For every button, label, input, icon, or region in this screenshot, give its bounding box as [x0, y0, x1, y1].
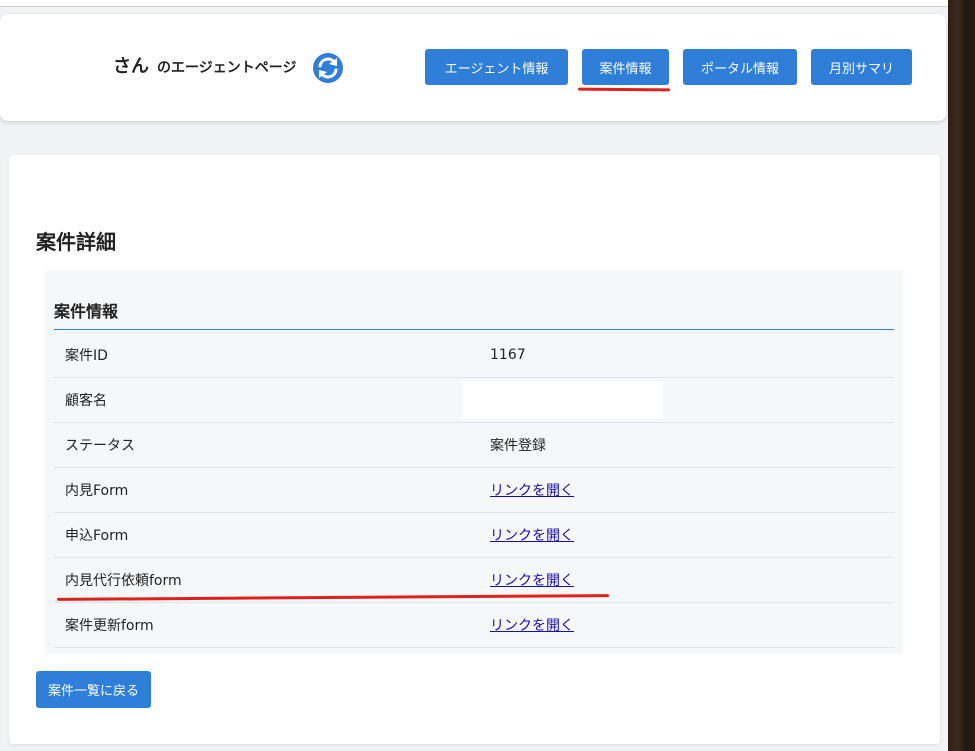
- application-form-link[interactable]: リンクを開く: [490, 528, 574, 544]
- redacted-customer-name: [463, 381, 663, 419]
- row-label: 案件更新form: [54, 602, 490, 648]
- row-value: [463, 377, 894, 423]
- table-row: 顧客名: [54, 377, 894, 423]
- row-label: 内見Form: [54, 467, 490, 513]
- table-row: 申込Form リンクを開く: [54, 512, 894, 558]
- viewing-proxy-form-link[interactable]: リンクを開く: [490, 573, 574, 589]
- table-row: 案件更新form リンクを開く: [54, 602, 894, 648]
- row-value: リンクを開く: [490, 512, 894, 558]
- row-value: リンクを開く: [490, 602, 894, 648]
- row-label: 申込Form: [54, 512, 490, 558]
- row-value: 案件登録: [490, 422, 894, 468]
- refresh-icon[interactable]: [312, 52, 344, 84]
- agent-info-button[interactable]: エージェント情報: [425, 49, 568, 85]
- monthly-summary-button[interactable]: 月別サマリ: [811, 49, 912, 85]
- row-value: 1167: [490, 333, 894, 378]
- agent-title: さん のエージェントページ: [113, 52, 296, 78]
- agent-page-suffix: のエージェントページ: [157, 60, 297, 76]
- agent-name: さん: [113, 56, 149, 77]
- desktop-background-strip: [948, 0, 975, 751]
- page-title: 案件詳細: [36, 230, 116, 254]
- viewing-form-link[interactable]: リンクを開く: [490, 483, 574, 499]
- window-top-bar: [0, 0, 948, 7]
- row-label: ステータス: [54, 422, 490, 468]
- row-label: 顧客名: [54, 377, 490, 423]
- case-info-button[interactable]: 案件情報: [582, 49, 669, 85]
- panel-heading: 案件情報: [54, 298, 894, 330]
- table-row: 案件ID 1167: [54, 333, 894, 378]
- portal-info-button[interactable]: ポータル情報: [683, 49, 797, 85]
- case-info-table: 案件ID 1167 顧客名 ステータス 案件登録 内見Form リンクを開く 申…: [54, 333, 894, 648]
- back-to-case-list-button[interactable]: 案件一覧に戻る: [36, 671, 151, 708]
- row-label: 案件ID: [54, 333, 490, 378]
- case-update-form-link[interactable]: リンクを開く: [490, 618, 574, 634]
- row-value: リンクを開く: [490, 467, 894, 513]
- table-row: 内見Form リンクを開く: [54, 467, 894, 513]
- table-row: ステータス 案件登録: [54, 422, 894, 468]
